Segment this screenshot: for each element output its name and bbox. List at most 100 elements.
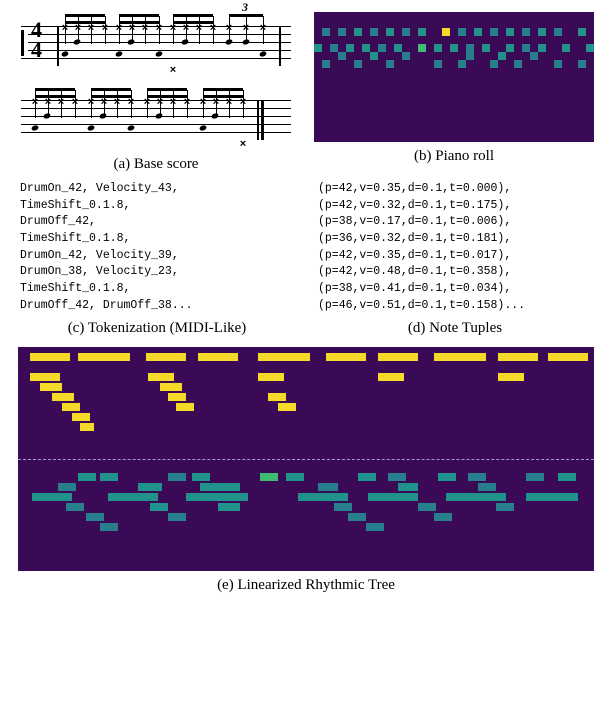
lrt-cell (378, 373, 404, 381)
time-signature: 4 4 (31, 20, 42, 60)
pianoroll-cell (354, 28, 362, 36)
lrt-cell (100, 473, 118, 481)
pianoroll-cell (562, 44, 570, 52)
pianoroll-cell (322, 60, 330, 68)
lrt-cell (30, 353, 70, 361)
triplet-mark: 3 (242, 0, 248, 15)
pianoroll-cell (402, 28, 410, 36)
timesig-den: 4 (31, 40, 42, 60)
pianoroll-cell (522, 44, 530, 52)
pianoroll-cell (370, 28, 378, 36)
lrt-cell (418, 503, 436, 511)
lrt-cell (176, 403, 194, 411)
lrt-cell (168, 513, 186, 521)
lrt-cell (558, 473, 576, 481)
lrt-cell (40, 383, 62, 391)
lrt-cell (200, 483, 240, 491)
pianoroll-cell (386, 60, 394, 68)
lrt-cell (368, 493, 418, 501)
lrt-cell (268, 393, 286, 401)
pianoroll-cell (466, 52, 474, 60)
token-text: DrumOn_42, Velocity_43, TimeShift_0.1.8,… (18, 181, 296, 314)
lrt-cell (258, 373, 284, 381)
lrt-cell (168, 393, 186, 401)
pianoroll-cell (474, 28, 482, 36)
pianoroll-cell (538, 44, 546, 52)
lrt-cell (148, 373, 174, 381)
pianoroll-cell (458, 28, 466, 36)
pianoroll-cell (530, 52, 538, 60)
lrt-cell (388, 473, 406, 481)
lrt-cell (168, 473, 186, 481)
lrt-cell (286, 473, 304, 481)
lrt-cell (468, 473, 486, 481)
lrt-cell (150, 503, 168, 511)
pianoroll-cell (514, 60, 522, 68)
pianoroll-cell (522, 28, 530, 36)
pianoroll-cell (394, 44, 402, 52)
lrt-cell (78, 353, 130, 361)
lrt-cell (78, 473, 96, 481)
lrt-cell (278, 403, 296, 411)
lrt-cell (298, 493, 348, 501)
lrt-cell (526, 473, 544, 481)
lrt-cell (100, 523, 118, 531)
pianoroll-cell (490, 60, 498, 68)
lrt-cell (434, 513, 452, 521)
lrt-cell (58, 483, 76, 491)
lrt-cell (186, 493, 248, 501)
tuples-text: (p=42,v=0.35,d=0.1,t=0.000), (p=42,v=0.3… (316, 181, 594, 314)
panel-score: 4 4 3 × × × × (18, 12, 294, 173)
lrt-cell (192, 473, 210, 481)
pianoroll-cell (402, 52, 410, 60)
lrt-cell (318, 483, 338, 491)
music-score: 4 4 3 × × × × (21, 12, 291, 150)
pianoroll-cell (434, 60, 442, 68)
lrt-cell (72, 413, 90, 421)
pianoroll-cell (578, 60, 586, 68)
pianoroll-cell (354, 60, 362, 68)
lrt-cell (348, 513, 366, 521)
pianoroll-cell (506, 28, 514, 36)
pianoroll-cell (330, 44, 338, 52)
pianoroll-cell (458, 60, 466, 68)
piano-roll-plot (314, 12, 594, 142)
pianoroll-cell (554, 28, 562, 36)
caption-e: (e) Linearized Rhythmic Tree (217, 577, 395, 594)
lrt-cell (378, 353, 418, 361)
lrt-cell (138, 483, 162, 491)
panel-lrt: (e) Linearized Rhythmic Tree (18, 347, 594, 594)
pianoroll-cell (362, 44, 370, 52)
pianoroll-cell (554, 60, 562, 68)
pianoroll-cell (378, 44, 386, 52)
lrt-cell (52, 393, 74, 401)
lrt-cell (434, 353, 486, 361)
lrt-cell (438, 473, 456, 481)
lrt-cell (62, 403, 80, 411)
caption-b: (b) Piano roll (414, 148, 494, 165)
lrt-cell (160, 383, 182, 391)
panel-tokens: DrumOn_42, Velocity_43, TimeShift_0.1.8,… (18, 181, 296, 337)
pianoroll-cell (346, 44, 354, 52)
lrt-cell (32, 493, 72, 501)
staff-2: × × × × × × × × (21, 90, 291, 150)
lrt-cell (366, 523, 384, 531)
lrt-plot (18, 347, 594, 571)
lrt-cell (548, 353, 588, 361)
caption-d: (d) Note Tuples (408, 320, 502, 337)
pianoroll-cell (490, 28, 498, 36)
lrt-cell (86, 513, 104, 521)
lrt-cell (334, 503, 352, 511)
lrt-cell (80, 423, 94, 431)
pianoroll-cell (450, 44, 458, 52)
lrt-cell (326, 353, 366, 361)
pianoroll-cell (338, 28, 346, 36)
lrt-cell (358, 473, 376, 481)
pianoroll-cell (466, 44, 474, 52)
lrt-cell (496, 503, 514, 511)
lrt-cell (260, 473, 278, 481)
panel-pianoroll: (b) Piano roll (314, 12, 594, 173)
lrt-cell (218, 503, 240, 511)
lrt-cell (498, 373, 524, 381)
pianoroll-cell (386, 28, 394, 36)
